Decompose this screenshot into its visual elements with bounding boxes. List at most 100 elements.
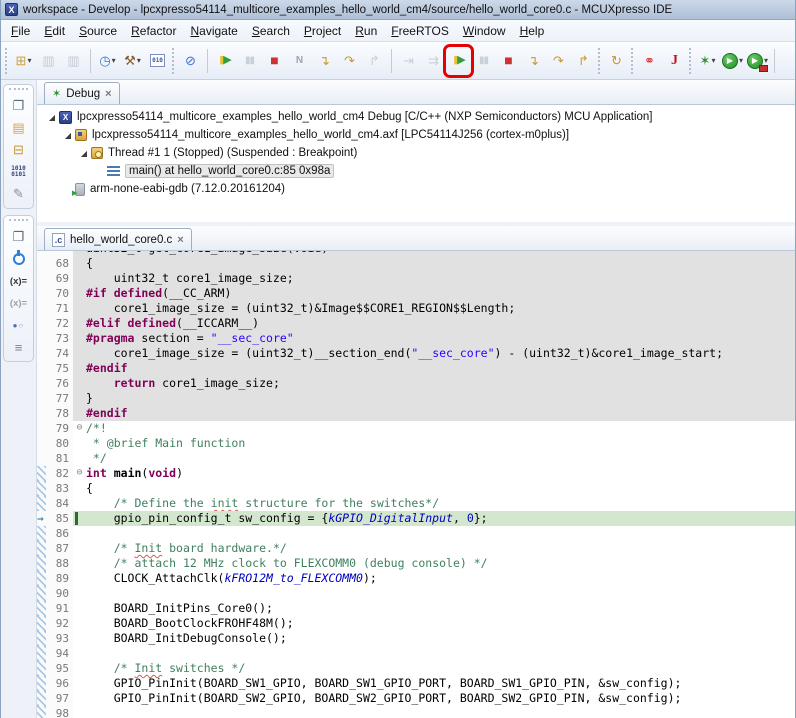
tree-expander-icon[interactable]: ◢ (61, 131, 75, 140)
variables-button[interactable]: (x)= (4, 292, 33, 314)
code-line[interactable]: 95 /* Init switches */ (37, 661, 795, 676)
code-line-body[interactable] (73, 646, 795, 661)
step-into-button[interactable]: ↴ (313, 48, 336, 74)
code-line[interactable]: 94 (37, 646, 795, 661)
annotation-ruler[interactable] (37, 451, 46, 466)
rail-drag-handle[interactable] (9, 219, 28, 223)
dropdown-arrow-icon[interactable]: ▾ (764, 56, 768, 65)
code-text[interactable]: return core1_image_size; (86, 376, 795, 391)
code-line[interactable]: 80 * @brief Main function (37, 436, 795, 451)
debug-tree-row[interactable]: ◢lpcxpresso54114_multicore_examples_hell… (37, 108, 795, 126)
code-text[interactable]: /* Define the init structure for the swi… (86, 496, 795, 511)
code-line-body[interactable]: { (73, 481, 795, 496)
instruction-step-mode-button[interactable]: ⇥ (397, 48, 420, 74)
code-text[interactable]: BOARD_InitDebugConsole(); (86, 631, 795, 646)
code-line[interactable]: 74 core1_image_size = (uint32_t)__sectio… (37, 346, 795, 361)
code-line[interactable]: 75#endif (37, 361, 795, 376)
code-line[interactable]: 86 (37, 526, 795, 541)
fold-collapse-icon[interactable]: ⊖ (73, 421, 86, 436)
code-line[interactable]: 81 */ (37, 451, 795, 466)
code-line-body[interactable]: /* attach 12 MHz clock to FLEXCOMM0 (deb… (73, 556, 795, 571)
move-to-line-button[interactable]: ⇉ (422, 48, 445, 74)
menu-freertos[interactable]: FreeRTOS (384, 22, 456, 40)
code-line-body[interactable]: GPIO_PinInit(BOARD_SW1_GPIO, BOARD_SW1_G… (73, 676, 795, 691)
code-line[interactable]: 91 BOARD_InitPins_Core0(); (37, 601, 795, 616)
code-text[interactable]: uint32_t core1_image_size; (86, 271, 795, 286)
range-indicator[interactable] (37, 676, 46, 691)
skip-breakpoints-button[interactable]: ⊘ (179, 48, 202, 74)
rail-drag-handle[interactable] (9, 88, 28, 92)
outline-button[interactable]: ≡ (4, 336, 33, 358)
faults-button[interactable]: ✎ (4, 183, 33, 205)
menu-search[interactable]: Search (245, 22, 297, 40)
tree-label[interactable]: Thread #1 1 (Stopped) (Suspended : Break… (108, 147, 357, 159)
code-line[interactable]: 83{ (37, 481, 795, 496)
tree-label[interactable]: arm-none-eabi-gdb (7.12.0.20161204) (90, 183, 285, 195)
code-text[interactable]: BOARD_BootClockFROHF48M(); (86, 616, 795, 631)
range-indicator[interactable] (37, 526, 46, 541)
code-line-body[interactable]: } (73, 391, 795, 406)
annotation-ruler[interactable] (37, 256, 46, 271)
range-indicator[interactable] (37, 616, 46, 631)
range-indicator[interactable] (37, 691, 46, 706)
code-line-body[interactable]: GPIO_PinInit(BOARD_SW2_GPIO, BOARD_SW2_G… (73, 691, 795, 706)
code-line-body[interactable]: * @brief Main function (73, 436, 795, 451)
code-line-body[interactable] (73, 706, 795, 718)
code-line-body[interactable] (73, 526, 795, 541)
annotation-ruler[interactable] (37, 346, 46, 361)
save-all-button[interactable]: ▥ (62, 48, 85, 74)
code-text[interactable]: { (86, 256, 795, 271)
build-button[interactable]: ⚒▾ (121, 48, 144, 74)
code-line[interactable]: 92 BOARD_BootClockFROHF48M(); (37, 616, 795, 631)
code-text[interactable] (86, 646, 795, 661)
code-line-body[interactable]: { (73, 256, 795, 271)
code-text[interactable]: #if defined(__CC_ARM) (86, 286, 795, 301)
code-line-body[interactable]: BOARD_BootClockFROHF48M(); (73, 616, 795, 631)
step-return-button-2[interactable]: ↱ (572, 48, 595, 74)
code-text[interactable]: { (86, 481, 795, 496)
code-line[interactable]: 98 (37, 706, 795, 718)
code-text[interactable]: /*! (86, 421, 795, 436)
code-line-body[interactable]: #endif (73, 361, 795, 376)
range-indicator[interactable] (37, 481, 46, 496)
dropdown-arrow-icon[interactable]: ▾ (137, 56, 141, 65)
range-indicator[interactable] (37, 466, 46, 481)
code-text[interactable]: GPIO_PinInit(BOARD_SW2_GPIO, BOARD_SW2_G… (86, 691, 795, 706)
range-indicator[interactable] (37, 541, 46, 556)
annotation-ruler[interactable] (37, 286, 46, 301)
fold-collapse-icon[interactable]: ⊖ (73, 466, 86, 481)
tree-label-selected[interactable]: main() at hello_world_core0.c:85 0x98a (125, 164, 334, 178)
code-line[interactable]: 84 /* Define the init structure for the … (37, 496, 795, 511)
annotation-ruler[interactable] (37, 406, 46, 421)
code-line[interactable]: 77} (37, 391, 795, 406)
code-line-body[interactable]: BOARD_InitDebugConsole(); (73, 631, 795, 646)
global-variables-button[interactable]: (x)= (4, 270, 33, 292)
code-line[interactable]: 82⊖int main(void) (37, 466, 795, 481)
range-indicator[interactable] (37, 496, 46, 511)
dropdown-arrow-icon[interactable]: ▾ (112, 56, 116, 65)
range-indicator[interactable] (37, 586, 46, 601)
code-line[interactable]: 79⊖/*! (37, 421, 795, 436)
code-line[interactable]: 78#endif (37, 406, 795, 421)
menu-edit[interactable]: Edit (37, 22, 72, 40)
code-text[interactable]: } (86, 391, 795, 406)
code-line[interactable]: 72#elif defined(__ICCARM__) (37, 316, 795, 331)
code-line[interactable]: 87 /* Init board hardware.*/ (37, 541, 795, 556)
tree-expander-icon[interactable]: ◢ (45, 113, 59, 122)
step-into-button-2[interactable]: ↴ (522, 48, 545, 74)
code-line-body[interactable]: /* Init switches */ (73, 661, 795, 676)
menu-file[interactable]: File (4, 22, 37, 40)
code-text[interactable]: /* Init switches */ (86, 661, 795, 676)
debug-tree-row[interactable]: arm-none-eabi-gdb (7.12.0.20161204) (37, 180, 795, 198)
code-line-body[interactable]: #endif (73, 406, 795, 421)
resume-button[interactable]: ▮▶ (213, 48, 236, 74)
dropdown-arrow-icon[interactable]: ▾ (711, 56, 715, 65)
dropdown-arrow-icon[interactable]: ▾ (27, 56, 31, 65)
code-text[interactable]: /* Init board hardware.*/ (86, 541, 795, 556)
annotation-ruler[interactable] (37, 421, 46, 436)
quickstart-button[interactable] (4, 248, 33, 270)
code-line[interactable]: 93 BOARD_InitDebugConsole(); (37, 631, 795, 646)
code-line[interactable]: 73#pragma section = "__sec_core" (37, 331, 795, 346)
current-debug-line[interactable]: gpio_pin_config_t sw_config = {kGPIO_Dig… (73, 511, 795, 526)
annotation-ruler[interactable] (37, 436, 46, 451)
